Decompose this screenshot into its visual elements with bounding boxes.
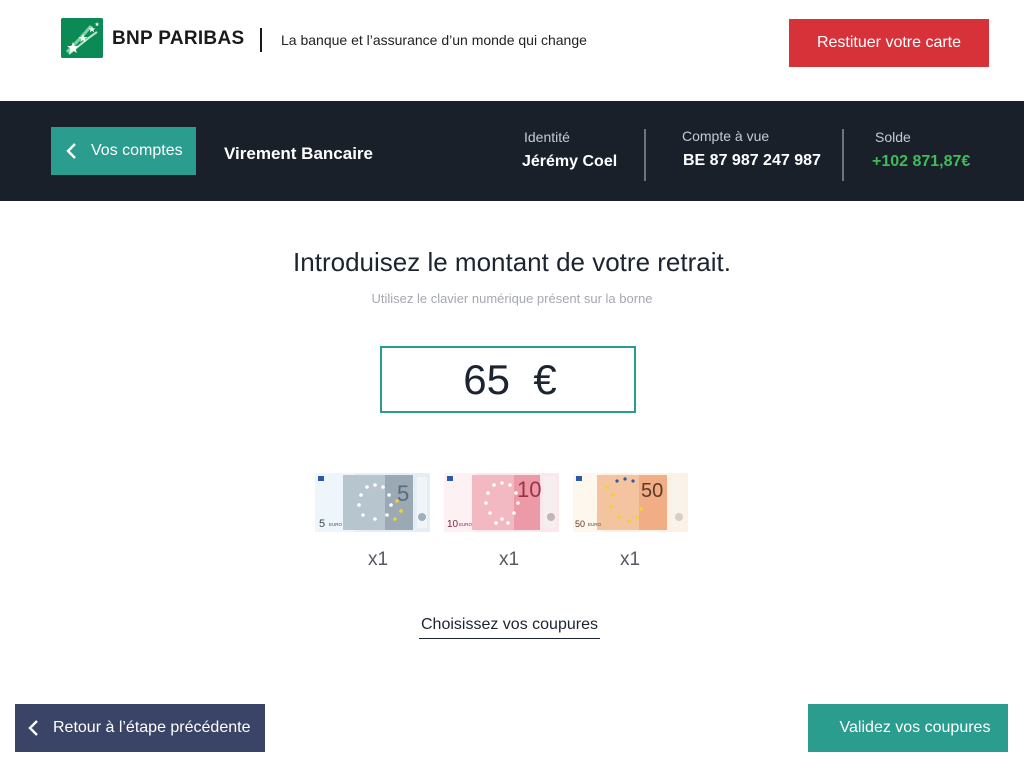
chevron-left-icon [28,720,38,736]
identity-label: Identité [524,129,570,145]
nav-separator [842,129,844,181]
validate-denominations-button[interactable]: Validez vos coupures [808,704,1008,752]
balance-value: +102 871,87€ [872,153,971,170]
banknote-50-euro: 50 50 EURO [573,473,688,532]
account-info: Compte à vue BE 87 987 247 987 [682,128,821,170]
page-title: Virement Bancaire [224,144,373,163]
previous-step-button[interactable]: Retour à l’étape précédente [15,704,265,752]
choose-denominations-link[interactable]: Choisissez vos coupures [419,616,600,639]
return-card-button[interactable]: Restituer votre carte [789,19,989,67]
note-currency: EURO [588,522,602,527]
balance-label: Solde [875,129,911,145]
account-nav-bar: Vos comptes Virement Bancaire Identité J… [0,101,1024,201]
account-label: Compte à vue [682,128,770,144]
brand-name: BNP PARIBAS [112,28,245,49]
instruction-title: Introduisez le montant de votre retrait. [293,247,731,277]
note-denomination: 10 [517,477,541,502]
account-value: BE 87 987 247 987 [683,152,821,169]
amount-value: 65 € [463,356,557,403]
note-denomination-small: 50 [575,519,585,529]
identity-info: Identité Jérémy Coel [522,129,617,171]
amount-display[interactable]: 65 € [380,346,636,413]
chevron-left-icon [66,143,76,159]
note-quantity: x1 [498,549,520,570]
identity-value: Jérémy Coel [522,153,618,170]
note-quantity: x1 [619,549,641,570]
nav-separator [644,129,646,181]
note-denomination: 50 [641,480,663,502]
bnp-logo-icon [61,18,103,58]
accounts-back-button[interactable]: Vos comptes [51,127,196,175]
accounts-back-label: Vos comptes [91,142,183,159]
note-quantity: x1 [367,549,389,570]
note-currency: EURO [459,522,473,527]
note-denomination-small: 5 [319,518,325,530]
note-currency: EURO [329,522,343,527]
instruction-subtitle: Utilisez le clavier numérique présent su… [371,291,653,306]
note-denomination: 5 [397,481,409,506]
brand-tagline: La banque et l’assurance d’un monde qui … [281,32,587,48]
top-header: BNP PARIBAS La banque et l’assurance d’u… [0,0,1024,101]
previous-step-label: Retour à l’étape précédente [53,719,251,736]
note-denomination-small: 10 [447,519,459,530]
balance-info: Solde +102 871,87€ [872,129,970,171]
banknote-10-euro: 10 10 EURO [444,473,559,532]
banknote-5-euro: 5 5 EURO [315,473,430,532]
brand-divider [260,28,262,52]
